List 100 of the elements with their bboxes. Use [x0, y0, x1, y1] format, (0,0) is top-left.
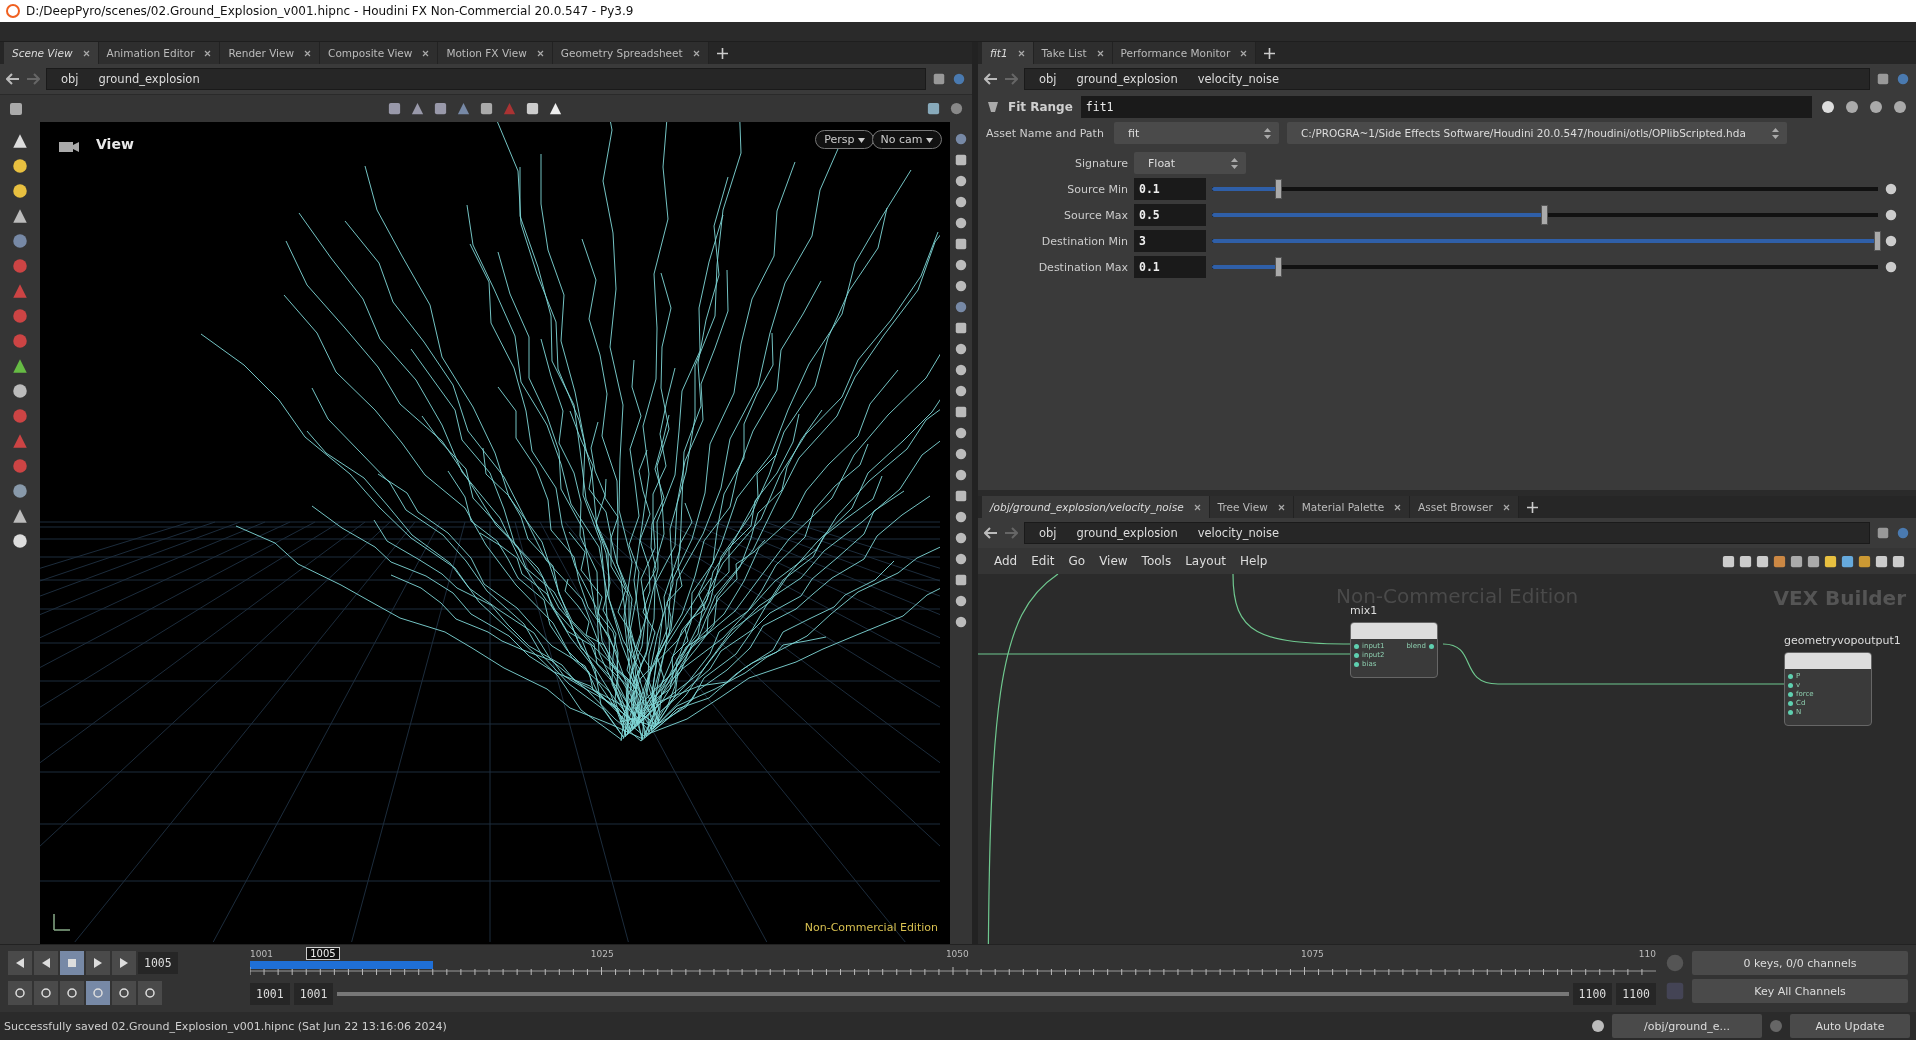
playback-button[interactable] — [86, 951, 110, 975]
close-icon[interactable] — [1096, 49, 1104, 57]
pane-tab[interactable]: Performance Monitor — [1112, 42, 1257, 64]
plus-icon[interactable] — [1264, 47, 1276, 59]
menu-item[interactable]: Edit — [1025, 554, 1061, 568]
display-tool-icon[interactable] — [954, 384, 968, 398]
parameter-field[interactable]: 3 — [1134, 230, 1206, 252]
pane-tab[interactable]: Scene View — [4, 42, 99, 64]
gear-icon[interactable] — [1884, 208, 1898, 222]
display-options-icon[interactable] — [926, 101, 941, 116]
display-tool-icon[interactable] — [954, 258, 968, 272]
frame-ruler[interactable]: 1001 1005 1025 1050 1075 110 — [250, 949, 1656, 979]
close-icon[interactable] — [536, 49, 544, 57]
path-crumb[interactable]: ground_explosion — [90, 72, 208, 86]
pane-tab[interactable]: Asset Browser — [1410, 496, 1519, 518]
display-tool-icon[interactable] — [954, 468, 968, 482]
pane-tab[interactable]: Geometry Spreadsheet — [552, 42, 709, 64]
menu-item[interactable]: Tools — [1135, 554, 1178, 568]
path-crumb[interactable]: velocity_noise — [1189, 526, 1287, 540]
network-tool-icon[interactable] — [1721, 553, 1736, 569]
frame-field[interactable]: 1005 — [138, 952, 178, 974]
display-tool-icon[interactable] — [954, 531, 968, 545]
display-tool-icon[interactable] — [954, 426, 968, 440]
key-channels-menu[interactable]: Key All Channels — [1692, 979, 1908, 1003]
tool-icon[interactable] — [11, 532, 29, 550]
path-crumb[interactable]: obj — [1031, 72, 1065, 86]
grid-menu-icon[interactable] — [8, 100, 24, 117]
timeline-tool-button[interactable] — [34, 981, 58, 1005]
close-icon[interactable] — [692, 49, 700, 57]
display-tool-icon[interactable] — [954, 615, 968, 629]
playback-button[interactable] — [34, 951, 58, 975]
path-bar[interactable]: obj ground_explosion velocity_noise — [1024, 68, 1870, 90]
back-arrow-icon[interactable] — [984, 527, 998, 539]
display-tool-icon[interactable] — [954, 321, 968, 335]
pane-tab[interactable]: /obj/ground_explosion/velocity_noise — [982, 496, 1210, 518]
playhead-label[interactable]: 1005 — [306, 947, 340, 960]
parameter-field[interactable]: 0.5 — [1134, 204, 1206, 226]
update-mode-menu[interactable]: Auto Update — [1790, 1014, 1910, 1038]
tool-icon[interactable] — [11, 182, 29, 200]
display-tool-icon[interactable] — [954, 405, 968, 419]
tool-icon[interactable] — [11, 357, 29, 375]
display-tool-icon[interactable] — [954, 342, 968, 356]
slider-thumb[interactable] — [1274, 179, 1282, 199]
camera-menu[interactable]: Persp — [815, 130, 874, 149]
display-tool-icon[interactable] — [954, 216, 968, 230]
network-tool-icon[interactable] — [1738, 553, 1753, 569]
network-tool-icon[interactable] — [1755, 553, 1770, 569]
node-name-field[interactable]: fit1 — [1080, 96, 1812, 118]
close-icon[interactable] — [1240, 49, 1248, 57]
tool-icon[interactable] — [11, 507, 29, 525]
close-icon[interactable] — [1394, 503, 1402, 511]
pane-tab[interactable]: Material Palette — [1293, 496, 1411, 518]
timeline-tool-button[interactable] — [138, 981, 162, 1005]
pane-tab[interactable]: fit1 — [982, 42, 1034, 64]
pane-tab[interactable]: Render View — [220, 42, 321, 64]
display-tool-icon[interactable] — [954, 489, 968, 503]
tool-icon[interactable] — [548, 101, 563, 116]
network-tool-icon[interactable] — [1891, 553, 1906, 569]
close-icon[interactable] — [304, 49, 312, 57]
range-start-field[interactable]: 1001 — [250, 983, 290, 1005]
network-tool-icon[interactable] — [1806, 553, 1821, 569]
display-tool-icon[interactable] — [954, 510, 968, 524]
slider-thumb[interactable] — [1874, 231, 1881, 251]
close-icon[interactable] — [82, 49, 90, 57]
network-tool-icon[interactable] — [1823, 553, 1838, 569]
timeline-tool-button[interactable] — [8, 981, 32, 1005]
tool-icon[interactable] — [387, 101, 402, 116]
viewport[interactable]: View Persp No cam Non-Commercial Edition — [40, 122, 950, 944]
close-icon[interactable] — [1502, 503, 1510, 511]
close-icon[interactable] — [422, 49, 430, 57]
range-end-field[interactable]: 1100 — [1572, 983, 1613, 1005]
tool-icon[interactable] — [525, 101, 540, 116]
path-crumb[interactable]: obj — [1031, 526, 1065, 540]
back-arrow-icon[interactable] — [984, 73, 998, 85]
display-tool-icon[interactable] — [954, 552, 968, 566]
gear-icon[interactable] — [1884, 234, 1898, 248]
range-start-field[interactable]: 1001 — [293, 983, 334, 1005]
network-tool-icon[interactable] — [1840, 553, 1855, 569]
plus-icon[interactable] — [716, 47, 728, 59]
slider-thumb[interactable] — [1541, 205, 1548, 225]
tool-icon[interactable] — [11, 157, 29, 175]
menu-item[interactable]: View — [1093, 554, 1134, 568]
gear-icon[interactable] — [1884, 182, 1898, 196]
menu-item[interactable]: Help — [1233, 554, 1274, 568]
pane-tab[interactable]: Tree View — [1209, 496, 1294, 518]
display-tool-icon[interactable] — [954, 447, 968, 461]
path-crumb[interactable]: ground_explosion — [1068, 526, 1186, 540]
close-icon[interactable] — [204, 49, 212, 57]
menu-item[interactable]: Add — [988, 554, 1024, 568]
tool-icon[interactable] — [410, 101, 425, 116]
camera-menu[interactable]: No cam — [871, 130, 942, 149]
gear-icon[interactable] — [1884, 260, 1898, 274]
parameter-field[interactable]: 0.1 — [1134, 256, 1206, 278]
asset-name-menu[interactable]: fit — [1114, 122, 1279, 144]
network-tool-icon[interactable] — [1874, 553, 1889, 569]
keys-info-menu[interactable]: 0 keys, 0/0 channels — [1692, 951, 1908, 975]
close-icon[interactable] — [1277, 503, 1285, 511]
display-tool-icon[interactable] — [954, 132, 968, 146]
playback-button[interactable] — [112, 951, 136, 975]
display-tool-icon[interactable] — [954, 153, 968, 167]
